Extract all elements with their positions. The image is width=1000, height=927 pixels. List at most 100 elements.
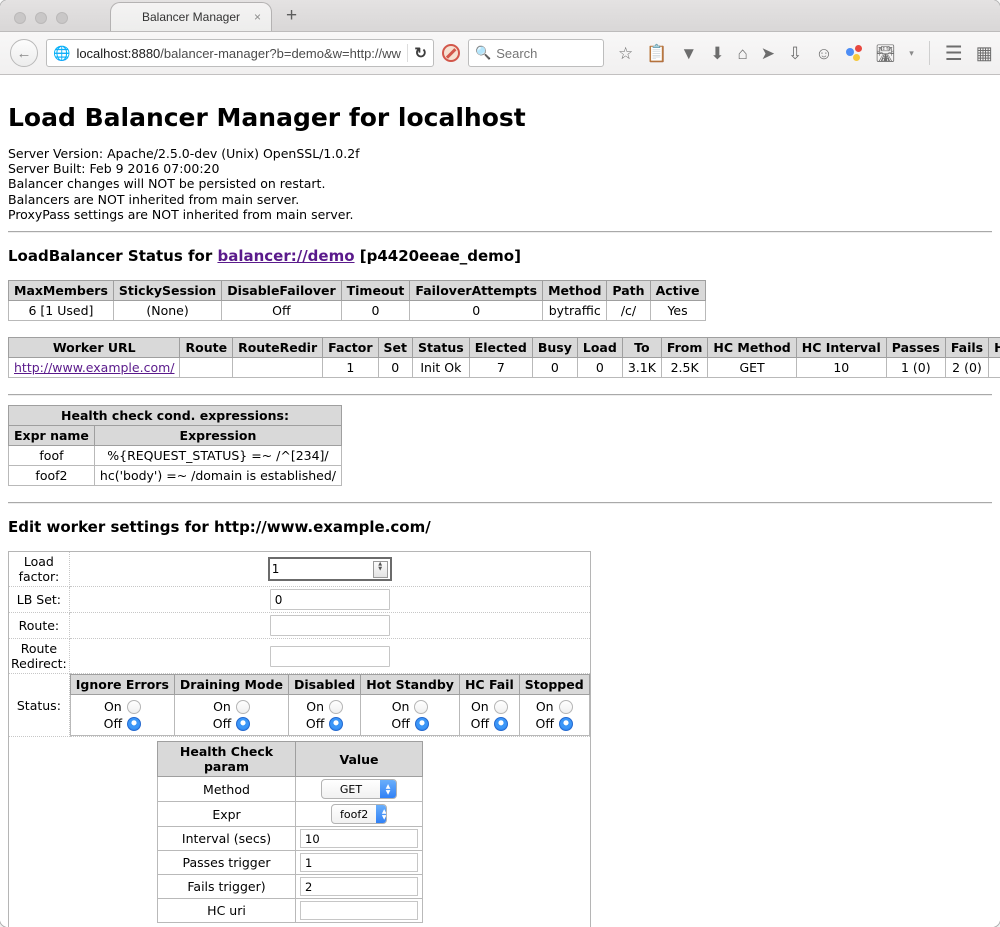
tab-close-icon[interactable]: × [254, 11, 261, 23]
spinner-down-icon[interactable]: ▼ [378, 569, 382, 574]
new-tab-button[interactable]: + [286, 5, 297, 27]
hot-standby-on-radio[interactable] [414, 700, 428, 714]
load-factor-input[interactable] [272, 562, 373, 576]
expr-select[interactable]: foof2 ▲▼ [331, 804, 387, 824]
stopped-on-radio[interactable] [559, 700, 573, 714]
status-col-stopped: Stopped [519, 675, 589, 695]
ignore-errors-off-radio[interactable] [127, 717, 141, 731]
hc-fail-on-radio[interactable] [494, 700, 508, 714]
reading-list-icon[interactable]: 📋 [646, 45, 667, 62]
chat-smiley-icon[interactable]: ☺ [815, 45, 832, 62]
hc-interval-cell: 10 [796, 358, 886, 378]
disabled-on-radio[interactable] [329, 700, 343, 714]
lb-set-input[interactable] [270, 589, 390, 610]
minimize-window-button[interactable] [35, 12, 47, 24]
expr-name-cell: foof [9, 446, 95, 466]
zoom-window-button[interactable] [56, 12, 68, 24]
hc-fails-row: Fails trigger) [158, 875, 423, 899]
downloads-icon[interactable]: ⬇ [710, 45, 724, 62]
urlbar-divider [407, 44, 408, 62]
on-label: On [104, 699, 122, 714]
page-content: Load Balancer Manager for localhost Serv… [0, 75, 1000, 927]
maxmembers-cell: 6 [1 Used] [9, 301, 114, 321]
hc-passes-label: Passes trigger [158, 851, 296, 875]
balancer-demo-link[interactable]: balancer://demo [217, 247, 354, 265]
chevron-down-icon[interactable]: ▾ [909, 48, 914, 59]
on-label: On [471, 699, 489, 714]
tab-bar: Balancer Manager × + [0, 0, 1000, 32]
worker-header-cell: Factor [323, 338, 378, 358]
off-label: Off [535, 716, 553, 731]
expr-select-value: foof2 [332, 808, 376, 821]
url-text[interactable]: localhost:8880/balancer-manager?b=demo&w… [76, 46, 401, 61]
draining-mode-on-radio[interactable] [236, 700, 250, 714]
off-label: Off [471, 716, 489, 731]
tab-balancer-manager[interactable]: Balancer Manager × [110, 2, 272, 31]
container-icon[interactable]: 🛣 [875, 45, 897, 62]
stopped-off-radio[interactable] [559, 717, 573, 731]
navigation-toolbar: ← 🌐 localhost:8880/balancer-manager?b=de… [0, 32, 1000, 75]
adblock-icon[interactable] [442, 44, 460, 62]
hc-fail-off-radio[interactable] [494, 717, 508, 731]
worker-url-link[interactable]: http://www.example.com/ [14, 360, 174, 375]
status-label: Status: [9, 674, 70, 737]
close-window-button[interactable] [14, 12, 26, 24]
status-col-hc-fail: HC Fail [459, 675, 519, 695]
worker-header-cell: HC Interval [796, 338, 886, 358]
balancer-header-cell: StickySession [113, 281, 221, 301]
hc-interval-row: Interval (secs) [158, 827, 423, 851]
send-tab-icon[interactable]: ➤ [761, 45, 775, 62]
passes-input[interactable] [300, 853, 418, 872]
fails-input[interactable] [300, 877, 418, 896]
balancer-header-cell: DisableFailover [222, 281, 341, 301]
reload-icon[interactable]: ↻ [414, 44, 427, 62]
route-redirect-input[interactable] [270, 646, 390, 667]
route-input[interactable] [270, 615, 390, 636]
sidebar-download-icon[interactable]: ⇩ [788, 45, 802, 62]
path-cell: /c/ [607, 301, 650, 321]
hc-uri-input[interactable] [300, 901, 418, 920]
route-row: Route: [9, 613, 591, 639]
on-label: On [392, 699, 410, 714]
failoverattempts-cell: 0 [410, 301, 543, 321]
busy-cell: 0 [532, 358, 577, 378]
hc-expr-body: foof %{REQUEST_STATUS} =~ /^[234]/ foof2… [9, 446, 342, 486]
interval-input[interactable] [300, 829, 418, 848]
bookmark-star-icon[interactable]: ☆ [618, 45, 633, 62]
hot-standby-off-radio[interactable] [415, 717, 429, 731]
off-label: Off [213, 716, 231, 731]
fails-cell: 2 (0) [945, 358, 988, 378]
balancer-header-cell: Path [607, 281, 650, 301]
menu-hamburger-icon[interactable]: ☰ [945, 41, 963, 66]
home-icon[interactable]: ⌂ [738, 45, 748, 62]
method-select-value: GET [322, 783, 380, 796]
search-box[interactable]: 🔍 [468, 39, 604, 67]
status-col-ignore-errors: Ignore Errors [70, 675, 174, 695]
off-label: Off [391, 716, 409, 731]
balancer-header-cell: FailoverAttempts [410, 281, 543, 301]
disabled-off-radio[interactable] [329, 717, 343, 731]
page-title: Load Balancer Manager for localhost [8, 103, 992, 132]
route-redirect-label: Route Redirect: [9, 639, 70, 674]
ignore-errors-on-radio[interactable] [127, 700, 141, 714]
draining-mode-off-radio[interactable] [236, 717, 250, 731]
tiles-icon[interactable]: ▦ [976, 43, 993, 64]
worker-header-cell: Elected [469, 338, 532, 358]
extension-colordots-icon[interactable] [846, 45, 862, 61]
pocket-icon[interactable]: ▼ [680, 45, 697, 62]
load-factor-field-wrap: ▲▼ [268, 557, 392, 581]
url-path: /balancer-manager?b=demo&w=http://www.ex… [160, 46, 401, 61]
persist-note-line: Balancer changes will NOT be persisted o… [8, 176, 992, 191]
number-spinner[interactable]: ▲▼ [373, 561, 388, 578]
worker-header-cell: From [661, 338, 708, 358]
edit-worker-heading: Edit worker settings for http://www.exam… [8, 518, 992, 536]
method-select[interactable]: GET ▲▼ [321, 779, 397, 799]
back-button[interactable]: ← [10, 39, 38, 67]
disablefailover-cell: Off [222, 301, 341, 321]
route-cell [180, 358, 233, 378]
search-input[interactable] [496, 46, 586, 61]
hc-expr-header-cell: Expr name [9, 426, 95, 446]
url-bar[interactable]: 🌐 localhost:8880/balancer-manager?b=demo… [46, 39, 434, 67]
lb-set-row: LB Set: [9, 587, 591, 613]
worker-header-cell: Set [378, 338, 412, 358]
